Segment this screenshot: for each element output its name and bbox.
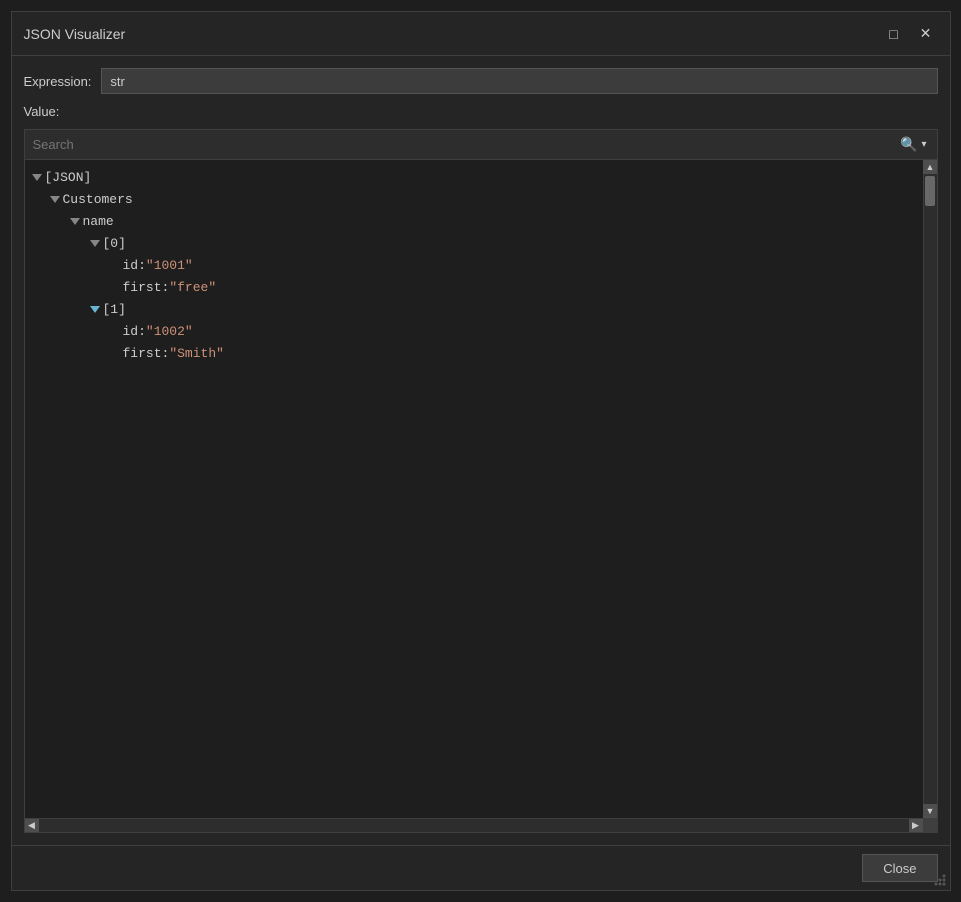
tree-node-first-0[interactable]: first: "free" (25, 276, 923, 298)
tree-node-root[interactable]: [JSON] (25, 166, 923, 188)
tree-node-first-1[interactable]: first: "Smith" (25, 342, 923, 364)
node-value-id-0: "1001" (146, 258, 193, 273)
search-input[interactable] (33, 137, 901, 152)
node-value-id-1: "1002" (146, 324, 193, 339)
node-label-customers: Customers (63, 192, 133, 207)
node-key-first-1: first: (123, 346, 170, 361)
scroll-thumb-vertical[interactable] (925, 176, 935, 206)
expander-root[interactable] (29, 169, 45, 185)
tree-node-0[interactable]: [0] (25, 232, 923, 254)
scroll-up-button[interactable]: ▲ (923, 160, 937, 174)
scroll-down-button[interactable]: ▼ (923, 804, 937, 818)
node-label-0: [0] (103, 236, 126, 251)
tree-node-name[interactable]: name (25, 210, 923, 232)
vertical-scrollbar: ▲ ▼ (923, 160, 937, 818)
tree-content: [JSON] Customers (25, 160, 923, 818)
close-button[interactable]: Close (862, 854, 937, 882)
expression-input[interactable] (101, 68, 937, 94)
node-key-id-0: id: (123, 258, 146, 273)
scroll-left-button[interactable]: ◀ (25, 819, 39, 833)
node-key-first-0: first: (123, 280, 170, 295)
dialog-title: JSON Visualizer (24, 26, 126, 42)
scroll-track-horizontal (39, 819, 909, 833)
expander-customers[interactable] (47, 191, 63, 207)
scrollbar-corner (923, 819, 937, 833)
search-icon: 🔍 (900, 136, 917, 153)
tree-node-customers[interactable]: Customers (25, 188, 923, 210)
node-label-1: [1] (103, 302, 126, 317)
search-dropdown-button[interactable]: ▾ (919, 137, 928, 152)
node-value-first-1: "Smith" (169, 346, 224, 361)
value-label: Value: (24, 104, 938, 119)
search-bar: 🔍 ▾ (25, 130, 937, 160)
tree-container: 🔍 ▾ [JSON] (24, 129, 938, 833)
close-title-button[interactable]: ✕ (914, 22, 938, 46)
node-label-name: name (83, 214, 114, 229)
expander-1[interactable] (87, 301, 103, 317)
json-visualizer-dialog: JSON Visualizer □ ✕ Expression: Value: 🔍… (11, 11, 951, 891)
resize-grip[interactable] (934, 874, 946, 886)
expression-label: Expression: (24, 74, 92, 89)
dialog-content: Expression: Value: 🔍 ▾ (12, 56, 950, 845)
maximize-button[interactable]: □ (882, 22, 906, 46)
expander-name[interactable] (67, 213, 83, 229)
tree-scroll-area: [JSON] Customers (25, 160, 937, 818)
node-value-first-0: "free" (169, 280, 216, 295)
scroll-right-button[interactable]: ▶ (909, 819, 923, 833)
node-label-root: [JSON] (45, 170, 92, 185)
tree-node-1[interactable]: [1] (25, 298, 923, 320)
tree-node-id-0[interactable]: id: "1001" (25, 254, 923, 276)
title-bar-controls: □ ✕ (882, 22, 938, 46)
search-icon-area[interactable]: 🔍 ▾ (900, 136, 928, 153)
horizontal-scrollbar: ◀ ▶ (25, 818, 937, 832)
tree-node-id-1[interactable]: id: "1002" (25, 320, 923, 342)
expression-row: Expression: (24, 68, 938, 94)
title-bar: JSON Visualizer □ ✕ (12, 12, 950, 56)
expander-0[interactable] (87, 235, 103, 251)
dialog-footer: Close (12, 845, 950, 890)
node-key-id-1: id: (123, 324, 146, 339)
